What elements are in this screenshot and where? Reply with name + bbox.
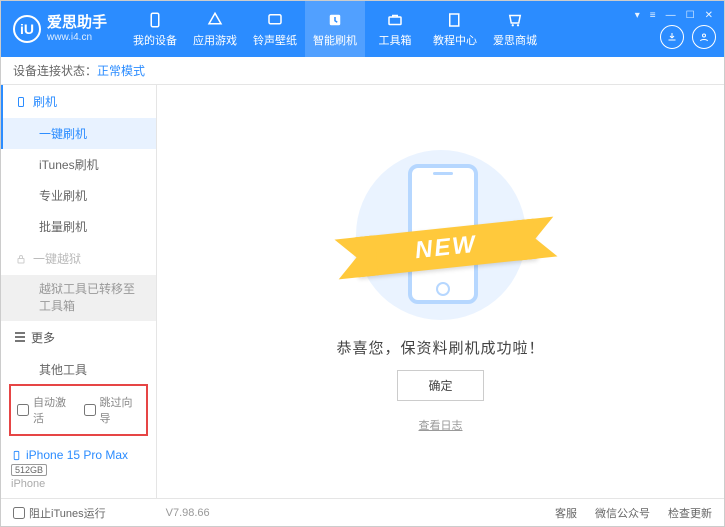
sidebar-item-oneclick-flash[interactable]: 一键刷机 xyxy=(1,118,156,149)
toolbox-icon xyxy=(386,11,404,29)
nav-store[interactable]: 爱思商城 xyxy=(485,1,545,57)
device-info: iPhone 15 Pro Max 512GB iPhone xyxy=(1,442,156,498)
download-button[interactable] xyxy=(660,25,684,49)
sidebar-item-other-tools[interactable]: 其他工具 xyxy=(1,354,156,378)
app-url: www.i4.cn xyxy=(47,32,107,44)
header-controls: ▾ ≡ — ☐ ✕ xyxy=(632,10,716,49)
maximize-button[interactable]: ☐ xyxy=(683,10,698,21)
cart-icon xyxy=(506,11,524,29)
media-icon xyxy=(266,11,284,29)
user-button[interactable] xyxy=(692,25,716,49)
phone-icon xyxy=(11,450,22,461)
lock-icon xyxy=(15,253,27,265)
phone-icon xyxy=(15,96,27,108)
footer-link-support[interactable]: 客服 xyxy=(555,505,577,521)
apps-icon xyxy=(206,11,224,29)
nav-toolbox[interactable]: 工具箱 xyxy=(365,1,425,57)
book-icon xyxy=(446,11,464,29)
top-nav: 我的设备 应用游戏 铃声壁纸 智能刷机 工具箱 教程中心 爱思商城 xyxy=(125,1,632,57)
sidebar-item-pro-flash[interactable]: 专业刷机 xyxy=(1,180,156,211)
section-jailbreak[interactable]: 一键越狱 xyxy=(1,242,156,275)
device-type: iPhone xyxy=(11,478,146,490)
minimize-button[interactable]: — xyxy=(663,10,679,21)
nav-my-device[interactable]: 我的设备 xyxy=(125,1,185,57)
app-name: 爱思助手 xyxy=(47,14,107,32)
success-message: 恭喜您，保资料刷机成功啦！ xyxy=(336,337,544,358)
sidebar: 刷机 一键刷机 iTunes刷机 专业刷机 批量刷机 一键越狱 越狱工具已转移至… xyxy=(1,85,157,498)
success-illustration: NEW xyxy=(326,150,556,325)
app-header: iU 爱思助手 www.i4.cn 我的设备 应用游戏 铃声壁纸 智能刷机 工具… xyxy=(1,1,724,57)
section-flash[interactable]: 刷机 xyxy=(1,85,156,118)
sidebar-jailbreak-note: 越狱工具已转移至工具箱 xyxy=(1,275,156,321)
sidebar-item-batch-flash[interactable]: 批量刷机 xyxy=(1,211,156,242)
logo-icon: iU xyxy=(13,15,41,43)
device-storage: 512GB xyxy=(11,464,47,476)
logo: iU 爱思助手 www.i4.cn xyxy=(13,14,107,44)
status-label: 设备连接状态： xyxy=(13,62,97,79)
device-icon xyxy=(146,11,164,29)
footer-link-wechat[interactable]: 微信公众号 xyxy=(595,505,650,521)
menu-icon xyxy=(15,336,25,338)
nav-ringtones[interactable]: 铃声壁纸 xyxy=(245,1,305,57)
options-box: 自动激活 跳过向导 xyxy=(9,384,148,436)
footer: 阻止iTunes运行 V7.98.66 客服 微信公众号 检查更新 xyxy=(1,498,724,526)
status-bar: 设备连接状态： 正常模式 xyxy=(1,57,724,85)
checkbox-block-itunes[interactable]: 阻止iTunes运行 xyxy=(13,505,106,521)
nav-tutorials[interactable]: 教程中心 xyxy=(425,1,485,57)
nav-flash[interactable]: 智能刷机 xyxy=(305,1,365,57)
checkbox-skip-guide[interactable]: 跳过向导 xyxy=(84,394,141,426)
flash-icon xyxy=(326,11,344,29)
section-more[interactable]: 更多 xyxy=(1,321,156,354)
device-name[interactable]: iPhone 15 Pro Max xyxy=(11,448,146,462)
view-log-link[interactable]: 查看日志 xyxy=(419,417,463,433)
lock-icon[interactable]: ≡ xyxy=(647,10,659,21)
menu-icon[interactable]: ▾ xyxy=(632,10,643,21)
footer-link-update[interactable]: 检查更新 xyxy=(668,505,712,521)
ok-button[interactable]: 确定 xyxy=(397,370,483,401)
sidebar-item-itunes-flash[interactable]: iTunes刷机 xyxy=(1,149,156,180)
version-label: V7.98.66 xyxy=(166,507,210,519)
nav-apps[interactable]: 应用游戏 xyxy=(185,1,245,57)
close-button[interactable]: ✕ xyxy=(702,10,716,21)
main-content: NEW 恭喜您，保资料刷机成功啦！ 确定 查看日志 xyxy=(157,85,724,498)
checkbox-auto-activate[interactable]: 自动激活 xyxy=(17,394,74,426)
status-mode: 正常模式 xyxy=(97,62,145,79)
